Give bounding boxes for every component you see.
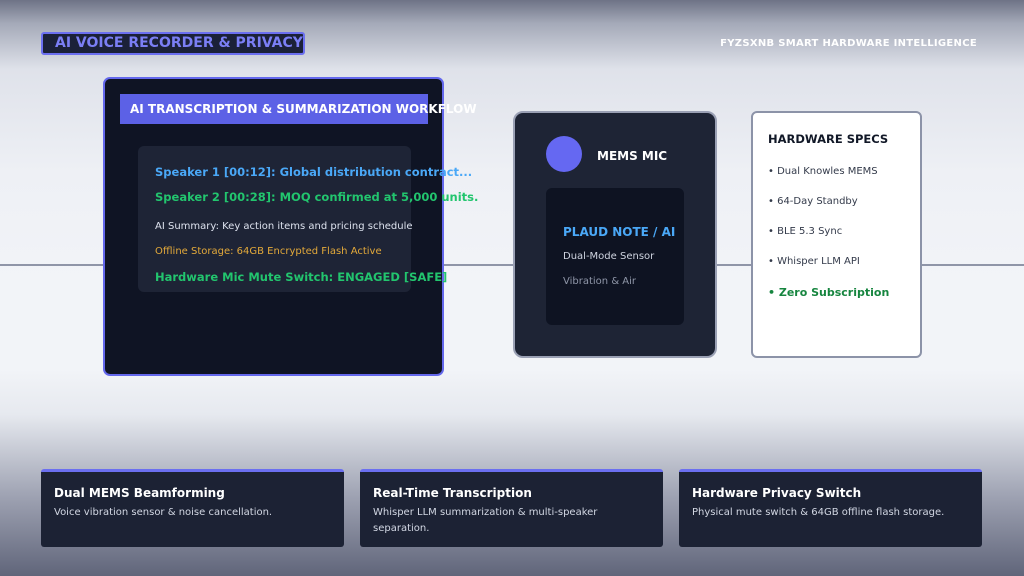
- mic-info-box: PLAUD NOTE / AI Dual-Mode Sensor Vibrati…: [546, 188, 684, 325]
- spec-item: • Whisper LLM API: [768, 256, 860, 267]
- spec-item: • 64-Day Standby: [768, 196, 858, 207]
- sensor-mode: Vibration & Air: [563, 276, 637, 287]
- offline-storage-line: Offline Storage: 64GB Encrypted Flash Ac…: [155, 246, 382, 257]
- mic-indicator-icon: [546, 136, 582, 172]
- ai-summary-line: AI Summary: Key action items and pricing…: [155, 221, 413, 232]
- spec-item: • Dual Knowles MEMS: [768, 166, 878, 177]
- feature-title: Dual MEMS Beamforming: [54, 486, 225, 500]
- workflow-title: AI TRANSCRIPTION & SUMMARIZATION WORKFLO…: [120, 94, 477, 124]
- feature-card-beamforming: Dual MEMS Beamforming Voice vibration se…: [41, 469, 344, 547]
- transcript-speaker-1: Speaker 1 [00:12]: Global distribution c…: [155, 165, 473, 179]
- mems-mic-card: MEMS MIC PLAUD NOTE / AI Dual-Mode Senso…: [513, 111, 717, 358]
- hardware-specs-card: HARDWARE SPECS • Dual Knowles MEMS • 64-…: [751, 111, 922, 358]
- product-name: PLAUD NOTE / AI: [563, 225, 676, 239]
- brand-label: FYZSXNB SMART HARDWARE INTELLIGENCE: [720, 38, 977, 49]
- feature-card-transcription: Real-Time Transcription Whisper LLM summ…: [360, 469, 663, 547]
- page-title-badge: AI VOICE RECORDER & PRIVACY: [41, 32, 305, 55]
- mic-title: MEMS MIC: [597, 149, 668, 163]
- workflow-panel: AI TRANSCRIPTION & SUMMARIZATION WORKFLO…: [103, 77, 478, 376]
- feature-description: Physical mute switch & 64GB offline flas…: [692, 507, 945, 518]
- feature-card-privacy-switch: Hardware Privacy Switch Physical mute sw…: [679, 469, 982, 547]
- feature-description: Whisper LLM summarization & multi-speake…: [373, 507, 598, 534]
- feature-title: Hardware Privacy Switch: [692, 486, 862, 500]
- spec-item: • BLE 5.3 Sync: [768, 226, 843, 237]
- sensor-type: Dual-Mode Sensor: [563, 251, 655, 262]
- transcript-box: Speaker 1 [00:12]: Global distribution c…: [138, 146, 478, 292]
- feature-title: Real-Time Transcription: [373, 486, 532, 500]
- transcript-speaker-2: Speaker 2 [00:28]: MOQ confirmed at 5,00…: [155, 190, 479, 204]
- specs-title: HARDWARE SPECS: [768, 132, 889, 146]
- mute-switch-status: Hardware Mic Mute Switch: ENGAGED [SAFE]: [155, 270, 448, 284]
- feature-description: Voice vibration sensor & noise cancellat…: [54, 507, 273, 518]
- spec-item-highlight: • Zero Subscription: [768, 286, 890, 299]
